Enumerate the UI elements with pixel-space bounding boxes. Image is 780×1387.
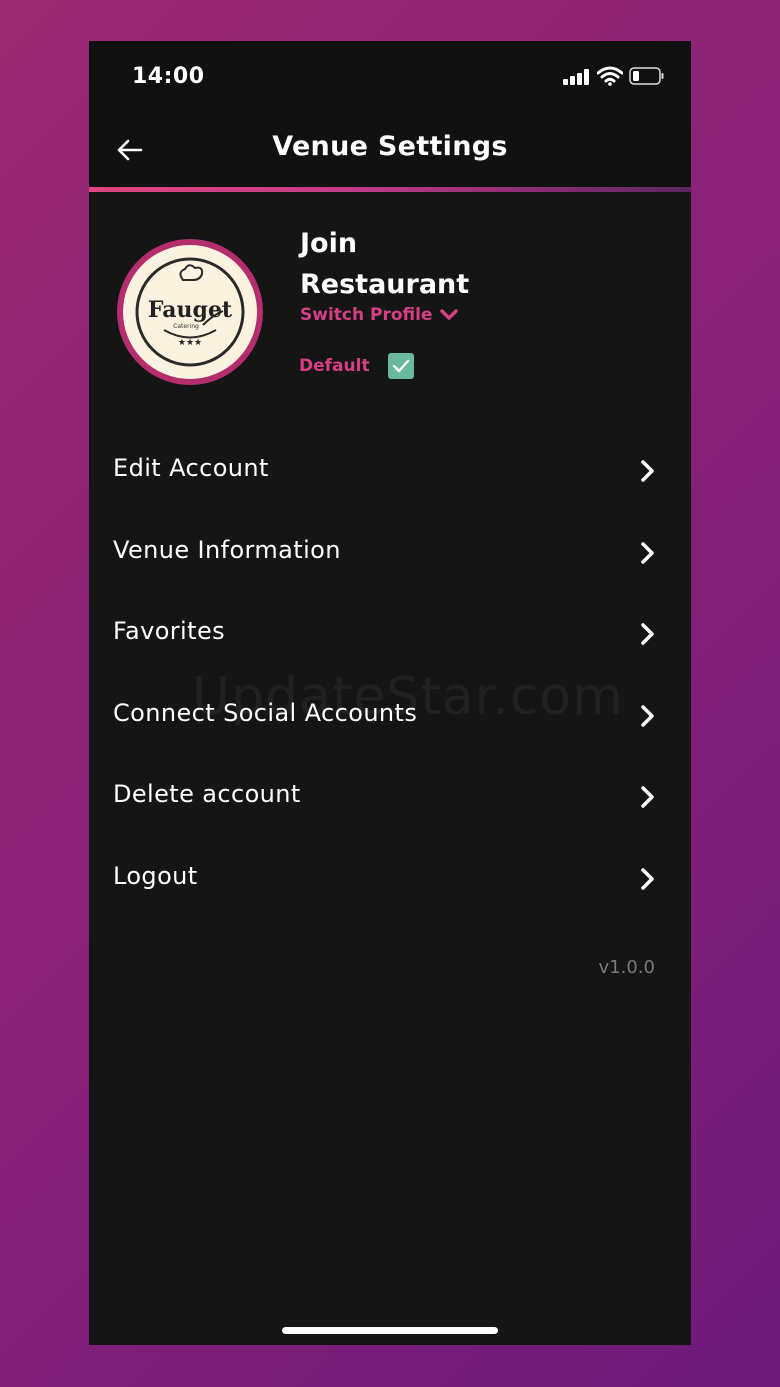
menu-item-logout[interactable]: Logout xyxy=(89,838,691,920)
chevron-right-icon xyxy=(641,868,654,890)
menu-item-favorites[interactable]: Favorites xyxy=(89,593,691,675)
menu-item-label: Connect Social Accounts xyxy=(113,698,418,727)
chevron-down-icon xyxy=(440,309,459,320)
header-accent-divider xyxy=(89,187,691,192)
menu-item-label: Favorites xyxy=(113,617,226,646)
menu-item-venue-information[interactable]: Venue Information xyxy=(89,512,691,594)
app-bar: Venue Settings xyxy=(89,113,691,187)
default-label: Default xyxy=(299,356,370,376)
switch-profile-label: Switch Profile xyxy=(300,305,433,325)
venue-name-line2: Restaurant xyxy=(300,269,470,300)
status-bar: 14:00 xyxy=(89,41,691,113)
venue-avatar[interactable]: Fauget Catering ★★★ xyxy=(117,239,263,385)
menu-item-label: Edit Account xyxy=(113,454,269,482)
logo-tagline: Catering xyxy=(173,323,199,330)
logo-brand: Fauget xyxy=(148,297,233,323)
svg-text:★★★: ★★★ xyxy=(178,338,202,348)
chevron-right-icon xyxy=(641,623,654,645)
menu-item-edit-account[interactable]: Edit Account xyxy=(89,430,691,512)
page-title: Venue Settings xyxy=(272,131,508,162)
fauget-logo-icon: Fauget Catering ★★★ xyxy=(135,257,245,367)
default-profile-row: Default xyxy=(299,353,414,379)
status-time: 14:00 xyxy=(132,64,205,89)
chevron-right-icon xyxy=(641,786,654,809)
phone-screen: 14:00 Venue Settings Fauget Catering ★★★… xyxy=(89,41,691,1345)
chevron-right-icon xyxy=(641,541,654,564)
menu-item-label: Delete account xyxy=(113,780,301,809)
default-checkbox[interactable] xyxy=(388,353,414,379)
wifi-icon xyxy=(597,66,623,86)
cellular-signal-icon xyxy=(563,69,591,85)
battery-icon xyxy=(629,67,664,85)
chevron-right-icon xyxy=(641,705,654,727)
chevron-right-icon xyxy=(641,460,654,482)
home-indicator[interactable] xyxy=(282,1327,498,1334)
menu-item-delete-account[interactable]: Delete account xyxy=(89,756,691,838)
switch-profile-button[interactable]: Switch Profile xyxy=(300,305,459,325)
menu-item-connect-social-accounts[interactable]: Connect Social Accounts xyxy=(89,675,691,757)
checkmark-icon xyxy=(392,359,410,373)
settings-menu: Edit Account Venue Information Favorites… xyxy=(89,430,691,920)
menu-item-label: Venue Information xyxy=(113,535,341,564)
venue-name-line1: Join xyxy=(300,228,358,259)
app-version: v1.0.0 xyxy=(598,957,655,978)
menu-item-label: Logout xyxy=(113,861,198,890)
venue-name: Join Restaurant xyxy=(300,223,600,305)
